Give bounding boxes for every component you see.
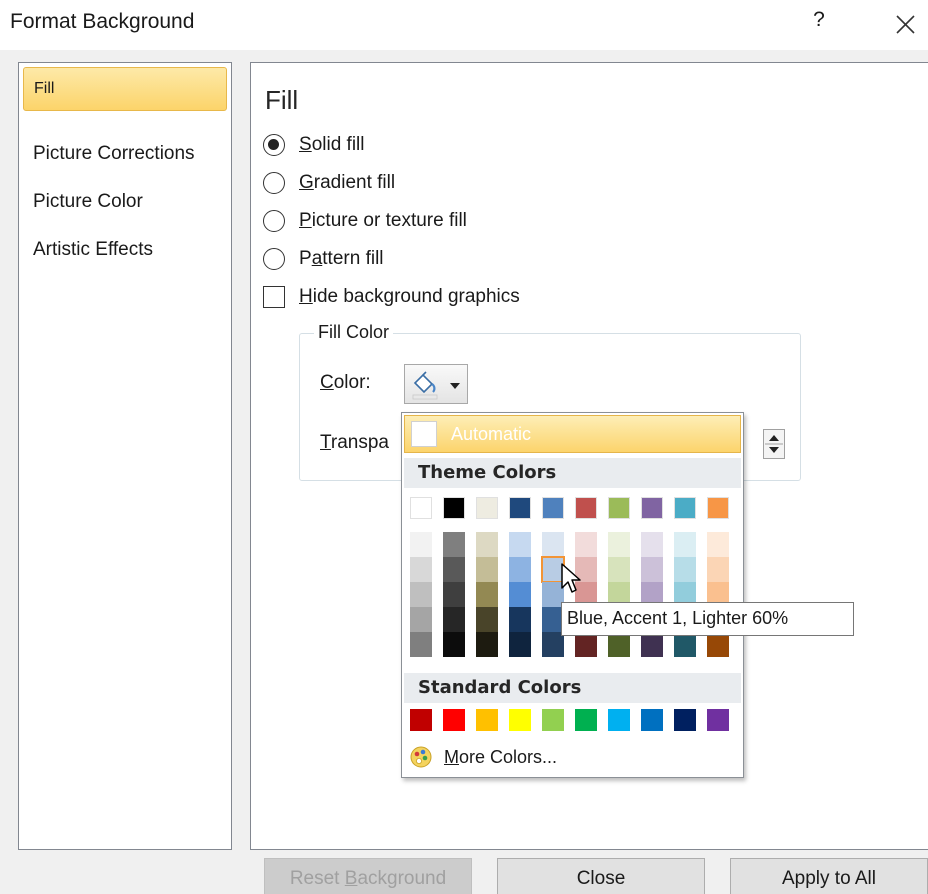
more-colors-option[interactable]: More Colors... [408, 743, 557, 771]
standard-color-swatch[interactable] [476, 709, 498, 731]
theme-shade-swatch[interactable] [641, 557, 663, 582]
palette-icon [410, 746, 432, 768]
transparency-label: Transpa [320, 432, 390, 453]
standard-color-swatch[interactable] [641, 709, 663, 731]
color-label: Color: [320, 372, 371, 393]
gradient-fill-radio[interactable] [263, 172, 285, 194]
reset-background-button[interactable]: Reset Background [264, 858, 472, 894]
category-nav: Fill Picture Corrections Picture Color A… [18, 62, 232, 850]
spinner-arrows-icon [765, 435, 783, 453]
theme-color-swatch[interactable] [542, 497, 564, 519]
hide-background-graphics-checkbox[interactable] [263, 286, 285, 308]
apply-to-all-button[interactable]: Apply to All [730, 858, 928, 894]
theme-shade-swatch[interactable] [674, 557, 696, 582]
nav-item-picture-color[interactable]: Picture Color [23, 183, 227, 227]
hide-background-graphics-option[interactable]: Hide background graphics [263, 282, 520, 312]
standard-color-swatch[interactable] [542, 709, 564, 731]
chevron-down-icon [450, 383, 460, 389]
theme-shade-swatch[interactable] [443, 557, 465, 582]
close-button[interactable]: Close [497, 858, 705, 894]
theme-color-swatch[interactable] [443, 497, 465, 519]
help-button[interactable]: ? [808, 8, 830, 38]
transparency-spinner[interactable] [763, 429, 785, 459]
theme-shade-swatch[interactable] [476, 582, 498, 607]
pattern-fill-radio[interactable] [263, 248, 285, 270]
theme-color-swatch[interactable] [707, 497, 729, 519]
theme-shade-swatch[interactable] [542, 532, 564, 557]
theme-shade-swatch[interactable] [443, 632, 465, 657]
section-title: Fill [265, 85, 299, 115]
theme-shade-swatch[interactable] [410, 557, 432, 582]
standard-color-swatch[interactable] [443, 709, 465, 731]
theme-shade-swatch[interactable] [707, 557, 729, 582]
theme-shade-swatch[interactable] [443, 607, 465, 632]
theme-shade-swatch[interactable] [410, 607, 432, 632]
color-tooltip: Blue, Accent 1, Lighter 60% [561, 602, 854, 636]
standard-color-swatch[interactable] [509, 709, 531, 731]
theme-shade-swatch[interactable] [509, 532, 531, 557]
nav-item-artistic-effects[interactable]: Artistic Effects [23, 231, 227, 275]
nav-item-picture-corrections[interactable]: Picture Corrections [23, 135, 227, 179]
pattern-fill-label: Pattern fill [299, 248, 384, 269]
nav-item-fill[interactable]: Fill [23, 67, 227, 111]
theme-shade-swatch[interactable] [476, 632, 498, 657]
dialog-title: Format Background [10, 10, 195, 33]
theme-shade-swatch[interactable] [410, 532, 432, 557]
theme-colors-heading: Theme Colors [404, 458, 741, 488]
picture-texture-fill-label: Picture or texture fill [299, 210, 467, 231]
theme-shade-swatch[interactable] [641, 532, 663, 557]
theme-color-swatch[interactable] [509, 497, 531, 519]
solid-fill-radio[interactable] [263, 134, 285, 156]
theme-shade-swatch[interactable] [410, 632, 432, 657]
theme-shade-swatch[interactable] [575, 532, 597, 557]
picture-texture-fill-option[interactable]: Picture or texture fill [263, 206, 467, 236]
theme-shade-swatch[interactable] [509, 582, 531, 607]
automatic-swatch [411, 421, 437, 447]
theme-shade-swatch[interactable] [509, 607, 531, 632]
more-colors-label: More Colors... [444, 746, 558, 767]
theme-shade-swatch[interactable] [608, 532, 630, 557]
theme-color-swatch[interactable] [674, 497, 696, 519]
standard-color-swatch[interactable] [674, 709, 696, 731]
gradient-fill-option[interactable]: Gradient fill [263, 168, 395, 198]
fill-color-legend: Fill Color [314, 322, 394, 343]
theme-shade-swatch[interactable] [443, 582, 465, 607]
hide-background-graphics-label: Hide background graphics [299, 286, 520, 307]
gradient-fill-label: Gradient fill [299, 172, 396, 193]
theme-shade-swatch[interactable] [509, 557, 531, 582]
mouse-pointer-icon [561, 563, 581, 593]
theme-shade-swatch[interactable] [608, 557, 630, 582]
theme-color-swatch[interactable] [641, 497, 663, 519]
standard-color-swatch[interactable] [608, 709, 630, 731]
automatic-color-option[interactable]: Automatic [404, 415, 741, 453]
close-dialog-button[interactable] [888, 6, 924, 40]
standard-colors-heading: Standard Colors [404, 673, 741, 703]
theme-color-swatch[interactable] [608, 497, 630, 519]
theme-shade-swatch[interactable] [410, 582, 432, 607]
pattern-fill-option[interactable]: Pattern fill [263, 244, 384, 274]
theme-color-swatch[interactable] [575, 497, 597, 519]
theme-shade-swatch[interactable] [476, 607, 498, 632]
close-icon [896, 15, 915, 34]
theme-shade-swatch[interactable] [509, 632, 531, 657]
theme-shade-swatch[interactable] [443, 532, 465, 557]
automatic-label: Automatic [451, 424, 532, 444]
title-bar: Format Background ? [0, 0, 928, 50]
solid-fill-label: Solid fill [299, 134, 365, 155]
theme-shade-swatch[interactable] [476, 557, 498, 582]
standard-color-swatch[interactable] [575, 709, 597, 731]
fill-color-dropdown-button[interactable] [404, 364, 468, 404]
theme-shade-swatch[interactable] [674, 532, 696, 557]
theme-shade-swatch[interactable] [476, 532, 498, 557]
standard-color-swatch[interactable] [410, 709, 432, 731]
standard-color-swatch[interactable] [707, 709, 729, 731]
picture-texture-fill-radio[interactable] [263, 210, 285, 232]
theme-color-swatch[interactable] [476, 497, 498, 519]
theme-shade-swatch[interactable] [707, 532, 729, 557]
theme-color-swatch[interactable] [410, 497, 432, 519]
solid-fill-option[interactable]: Solid fill [263, 130, 365, 160]
